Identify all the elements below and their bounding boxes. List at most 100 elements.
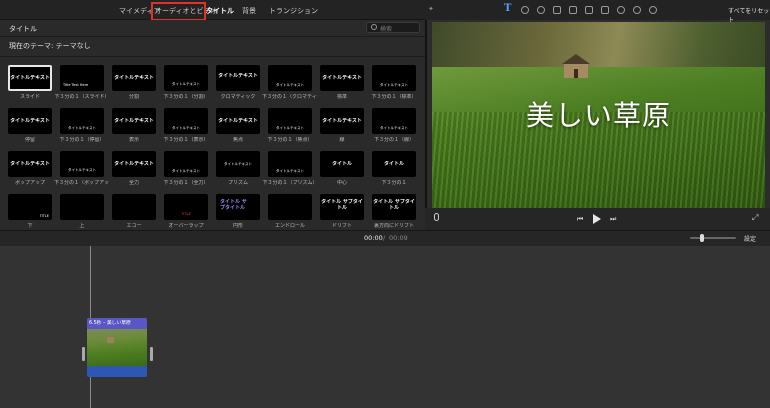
search-placeholder: 検索 [380,26,393,33]
tab-titles[interactable]: タイトル [206,4,234,18]
app-window: マイメディア オーディオとビデオ タイトル 背景 トランジション タイトル 検索… [0,0,770,408]
clip-thumbnail [87,329,147,366]
title-tile-end-credits[interactable] [268,194,312,220]
timeline-settings-button[interactable]: 設定 [744,234,756,243]
tab-backgrounds[interactable]: 背景 [242,4,256,18]
tile-caption: 下３分の１（表示） [163,137,209,143]
tile-caption: 下３分の１ [381,180,407,186]
clip-trim-handle-left[interactable] [82,347,85,361]
tile-caption: 下３分の１（クロマティック） [262,94,318,100]
title-browser: タイトル 検索 現在のテーマ: テーマなし タイトルテキスト スライド Titl… [0,20,425,230]
title-tile-echo[interactable] [112,194,156,220]
microphone-icon[interactable] [434,213,439,221]
title-tile-overlap[interactable]: TITLE [164,194,208,220]
title-tile-standard[interactable]: タイトルテキスト [320,65,364,91]
tile-caption: エンドロール [274,223,305,229]
color-correction-icon[interactable] [537,6,545,14]
crop-icon[interactable] [553,6,561,14]
title-tile-reveal[interactable]: タイトルテキスト [112,108,156,134]
viewer-toolbar: ✦ T [425,0,770,20]
tile-caption: スライド [19,94,40,100]
title-tile-top[interactable] [60,194,104,220]
tile-caption: 下３分の１（全力） [163,180,209,186]
volume-icon[interactable] [585,6,593,14]
tile-caption: オーバーラップ [168,223,204,229]
tile-caption: エコー [126,223,142,229]
title-tile-lower-third-hold[interactable]: タイトルテキスト [60,108,104,134]
play-icon[interactable] [593,214,601,224]
current-time: 00:00 [364,234,383,242]
tile-caption: 分割 [128,94,139,100]
divider [0,56,425,57]
title-tile-popup[interactable]: タイトルテキスト [8,151,52,177]
title-tile-chromatic[interactable]: タイトルテキスト [216,65,260,91]
time-separator: / [383,234,386,242]
title-tile-drift[interactable]: タイトル サブタイトル [320,194,364,220]
zoom-slider[interactable] [690,237,736,239]
title-tile-split[interactable]: タイトルテキスト [112,65,156,91]
pane-divider[interactable] [425,0,427,230]
title-tile-circle[interactable]: タイトル サブタイトル [216,194,260,220]
color-balance-icon[interactable] [521,6,529,14]
fullscreen-icon[interactable]: ⤢ [752,214,758,222]
title-tile-line[interactable]: タイトルテキスト [320,108,364,134]
title-tile-lower-third-popup[interactable]: タイトルテキスト [60,151,104,177]
search-input[interactable]: 検索 [366,22,420,33]
tile-caption: 下３分の１（焦点） [267,137,313,143]
browser-title: タイトル [9,25,37,33]
tile-caption: 全力 [128,180,139,186]
timeline-clip[interactable]: 6.5秒 – 美しい草原 [87,318,147,377]
clip-trim-handle-right[interactable] [150,347,153,361]
title-tile-drift-back[interactable]: タイトル サブタイトル [372,194,416,220]
equalizer-icon[interactable] [601,6,609,14]
title-tile-bottom[interactable]: TITLE [8,194,52,220]
tile-caption: クロマティック [220,94,256,100]
magic-wand-icon[interactable]: ✦ [428,5,434,13]
title-tile-center[interactable]: タイトル [320,151,364,177]
title-tile-lower-third-chromatic[interactable]: タイトルテキスト [268,65,312,91]
tile-caption: 下３分の１（標準） [371,94,417,100]
video-viewer[interactable]: 美しい草原 [432,22,765,208]
title-icon[interactable]: T [504,3,512,14]
noise-reduction-icon[interactable] [633,6,641,14]
tile-caption: 裏方向にドリフト [373,223,414,229]
tab-highlight-annotation [151,2,206,21]
skip-forward-icon[interactable]: ⏭ [610,215,616,223]
current-theme-label: 現在のテーマ: テーマなし [9,42,91,50]
stabilization-icon[interactable] [569,6,577,14]
tile-caption: 下３分の１（スライド） [54,94,110,100]
tile-caption: 下 [27,223,33,229]
tab-transitions[interactable]: トランジション [269,4,318,18]
title-tile-lower-third-focus[interactable]: タイトルテキスト [268,108,312,134]
search-icon [371,24,377,30]
title-tile-prism[interactable]: タイトルテキスト [216,151,260,177]
tile-caption: 線 [339,137,345,143]
title-tile-lower-third-center[interactable]: タイトル [372,151,416,177]
viewer-title-overlay[interactable]: 美しい草原 [432,94,765,134]
clip-audio-waveform [87,366,147,377]
title-tile-lower-third-reveal[interactable]: タイトルテキスト [164,108,208,134]
title-tile-lower-third-prism[interactable]: タイトルテキスト [268,151,312,177]
title-tile-lower-third-standard[interactable]: タイトルテキスト [372,65,416,91]
tile-caption: プリズム [227,180,248,186]
tile-caption: 下３分の１（停留） [59,137,105,143]
title-tile-hold[interactable]: タイトルテキスト [8,108,52,134]
title-tile-slide[interactable]: タイトルテキスト [8,65,52,91]
tile-caption: 上 [79,223,85,229]
title-tile-lower-third-split[interactable]: タイトルテキスト [164,65,208,91]
tile-caption: ドリフト [331,223,352,229]
title-tile-lower-third-slide[interactable]: Title Text Here [60,65,104,91]
title-tile-focus[interactable]: タイトルテキスト [216,108,260,134]
title-tile-lower-third-full[interactable]: タイトルテキスト [164,151,208,177]
total-time: 00:09 [389,234,408,242]
info-icon[interactable] [649,6,657,14]
zoom-slider-knob[interactable] [700,234,704,242]
skip-back-icon[interactable]: ⏮ [577,215,583,223]
clip-title-bar[interactable]: 6.5秒 – 美しい草原 [87,318,147,329]
tile-caption: 下３分の１（プリズム） [262,180,318,186]
tile-caption: 停留 [24,137,35,143]
title-tile-lower-third-line[interactable]: タイトルテキスト [372,108,416,134]
tile-caption: 円形 [232,223,243,229]
title-tile-full[interactable]: タイトルテキスト [112,151,156,177]
speed-icon[interactable] [617,6,625,14]
